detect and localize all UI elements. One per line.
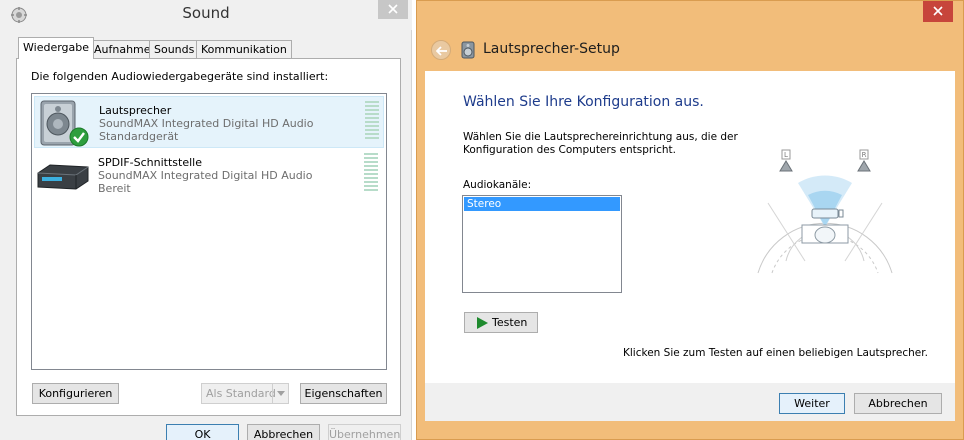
next-button[interactable]: Weiter <box>779 393 845 414</box>
arrow-left-icon <box>436 46 447 56</box>
setup-content: Wählen Sie Ihre Konfiguration aus. Wähle… <box>425 71 955 383</box>
setup-title: Lautsprecher-Setup <box>483 41 620 57</box>
volume-level-meter <box>364 153 378 195</box>
playback-device-list[interactable]: Lautsprecher SoundMAX Integrated Digital… <box>31 93 387 370</box>
left-speaker-label: L <box>784 151 788 159</box>
audio-channels-label: Audiokanäle: <box>463 179 532 191</box>
device-name: SPDIF-Schnittstelle <box>98 156 202 169</box>
device-status: Bereit <box>98 182 131 195</box>
setup-cancel-button[interactable]: Abbrechen <box>854 393 942 414</box>
left-speaker[interactable]: L <box>779 149 793 172</box>
device-status: Standardgerät <box>99 130 179 143</box>
tab-wiedergabe[interactable]: Wiedergabe <box>18 37 95 59</box>
config-instruction: Wählen Sie die Lautsprechereinrichtung a… <box>463 131 738 156</box>
properties-button[interactable]: Eigenschaften <box>300 383 387 404</box>
config-heading: Wählen Sie Ihre Konfiguration aus. <box>463 94 704 110</box>
ok-button[interactable]: OK <box>166 424 239 440</box>
chevron-down-icon <box>277 391 285 396</box>
speaker-setup-window: Lautsprecher-Setup Wählen Sie Ihre Konfi… <box>416 0 964 440</box>
close-icon <box>388 4 398 14</box>
tab-sounds[interactable]: Sounds <box>149 40 200 58</box>
set-default-button[interactable]: Als Standard <box>201 383 289 404</box>
play-icon <box>477 317 488 329</box>
sound-titlebar: Sound <box>0 0 412 30</box>
speaker-icon <box>37 99 91 147</box>
right-speaker-label: R <box>862 151 867 159</box>
device-description: SoundMAX Integrated Digital HD Audio <box>99 117 314 130</box>
test-button[interactable]: Testen <box>464 312 538 333</box>
back-button[interactable] <box>431 40 451 60</box>
device-item-lautsprecher[interactable]: Lautsprecher SoundMAX Integrated Digital… <box>34 96 384 148</box>
device-name: Lautsprecher <box>99 104 172 117</box>
device-item-spdif[interactable]: SPDIF-Schnittstelle SoundMAX Integrated … <box>34 149 384 201</box>
sound-window-title: Sound <box>182 4 230 22</box>
tab-kommunikation[interactable]: Kommunikation <box>196 40 292 58</box>
listener-icon <box>801 208 849 244</box>
apply-button[interactable]: Übernehmen <box>328 424 401 440</box>
test-hint-text: Klicken Sie zum Testen auf einen beliebi… <box>623 347 928 359</box>
setup-footer: Weiter Abbrechen <box>425 383 955 421</box>
channel-option-stereo[interactable]: Stereo <box>464 197 620 211</box>
setup-close-button[interactable] <box>923 1 953 22</box>
device-description: SoundMAX Integrated Digital HD Audio <box>98 169 313 182</box>
spdif-device-icon <box>36 151 90 199</box>
panel-heading: Die folgenden Audiowiedergabegeräte sind… <box>31 70 329 83</box>
setup-header: Lautsprecher-Setup <box>424 31 959 71</box>
configure-button[interactable]: Konfigurieren <box>32 383 119 404</box>
test-button-label: Testen <box>492 316 528 329</box>
default-check-icon <box>69 127 89 147</box>
speaker-diagram: L R <box>757 149 893 274</box>
audio-channels-listbox[interactable]: Stereo <box>462 195 622 293</box>
speaker-setup-icon <box>460 41 476 59</box>
cancel-button[interactable]: Abbrechen <box>247 424 320 440</box>
tab-aufnahme[interactable]: Aufnahme <box>89 40 156 58</box>
set-default-label: Als Standard <box>206 387 276 400</box>
sound-window: Sound Wiedergabe Aufnahme Sounds Kommuni… <box>0 0 412 440</box>
right-speaker[interactable]: R <box>857 149 871 172</box>
set-default-dropdown[interactable] <box>272 384 288 403</box>
volume-level-meter <box>365 101 379 143</box>
sound-close-button[interactable] <box>378 0 408 19</box>
close-icon <box>933 6 943 16</box>
